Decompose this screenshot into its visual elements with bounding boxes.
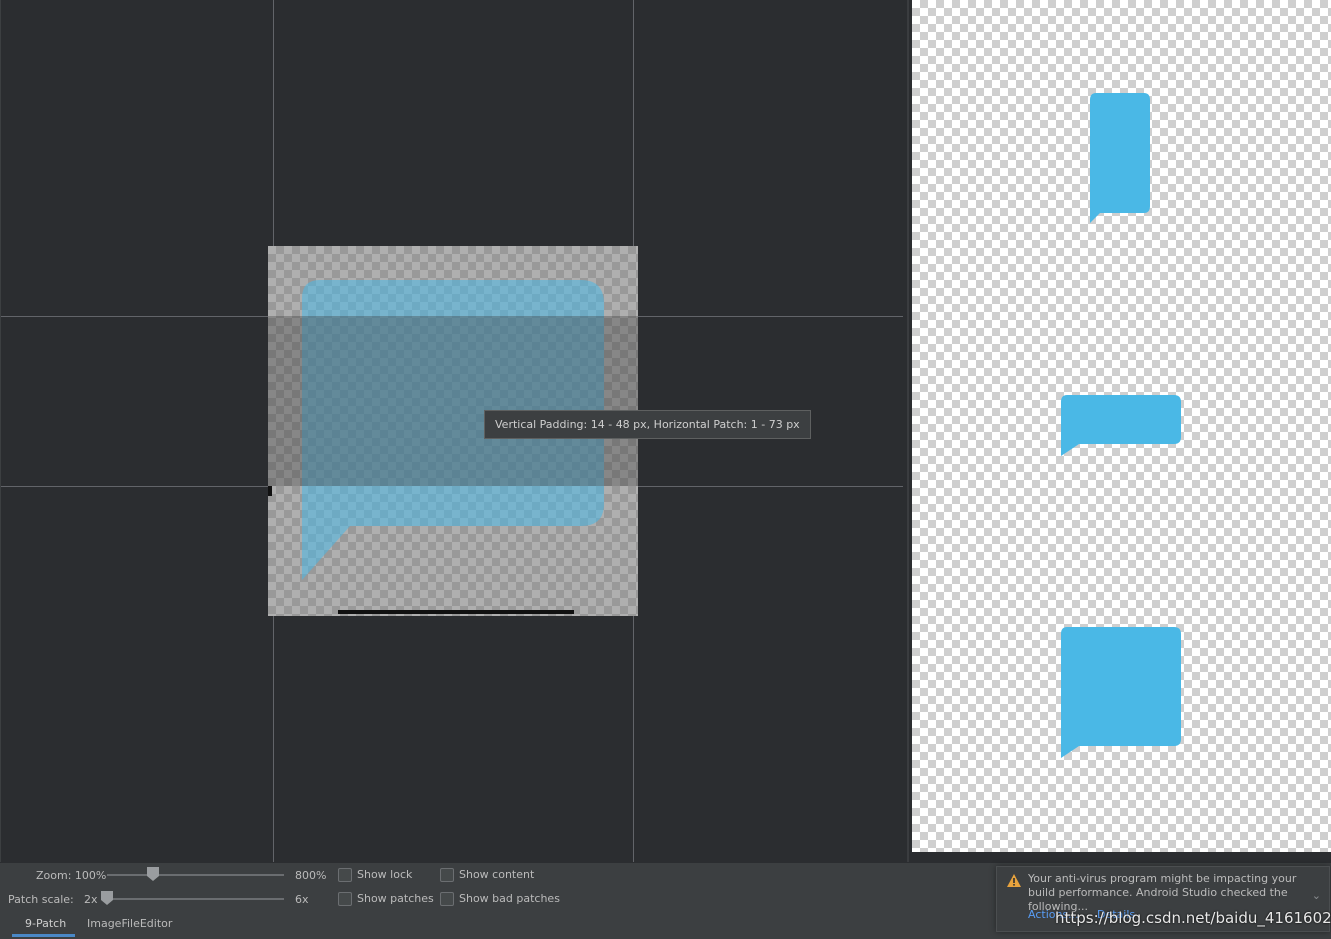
show-bad-patches-checkbox[interactable] [440,892,454,906]
horizontal-patch-region [268,316,638,486]
patch-marker-left[interactable] [268,486,272,496]
active-tab-indicator [12,934,75,937]
zoom-slider[interactable] [107,874,284,876]
preview-bubble-narrow [1090,93,1150,223]
show-bad-patches-label: Show bad patches [459,892,560,905]
show-patches-label: Show patches [357,892,434,905]
patch-scale-label: Patch scale: [8,893,74,906]
splitter-grip [907,0,909,862]
patch-scale-max-label: 6x [295,893,309,906]
show-patches-checkbox[interactable] [338,892,352,906]
patch-info-tooltip: Vertical Padding: 14 - 48 px, Horizontal… [484,410,811,439]
preview-bubble-wide [1061,395,1181,456]
warning-icon [1007,874,1021,887]
tab-image-file-editor[interactable]: ImageFileEditor [87,917,172,930]
nine-patch-editor-canvas[interactable]: Vertical Padding: 14 - 48 px, Horizontal… [0,0,904,862]
chevron-down-icon[interactable]: ⌄ [1312,889,1321,902]
patch-scale-slider[interactable] [101,898,284,900]
watermark-text: https://blog.csdn.net/baidu_41616022 [1055,909,1331,927]
zoom-slider-thumb[interactable] [147,867,159,881]
tab-9-patch[interactable]: 9-Patch [25,917,66,930]
patch-scale-min-label: 2x [84,893,98,906]
zoom-label: Zoom: 100% [36,869,107,882]
preview-pane [912,0,1331,852]
show-content-label: Show content [459,868,535,881]
show-lock-label: Show lock [357,868,413,881]
show-lock-checkbox[interactable] [338,868,352,882]
patch-marker-bottom[interactable] [338,610,574,614]
patch-scale-slider-thumb[interactable] [101,891,113,905]
preview-bubble-large [1061,627,1181,758]
panel-splitter[interactable] [903,0,912,862]
zoom-max-label: 800% [295,869,327,882]
show-content-checkbox[interactable] [440,868,454,882]
